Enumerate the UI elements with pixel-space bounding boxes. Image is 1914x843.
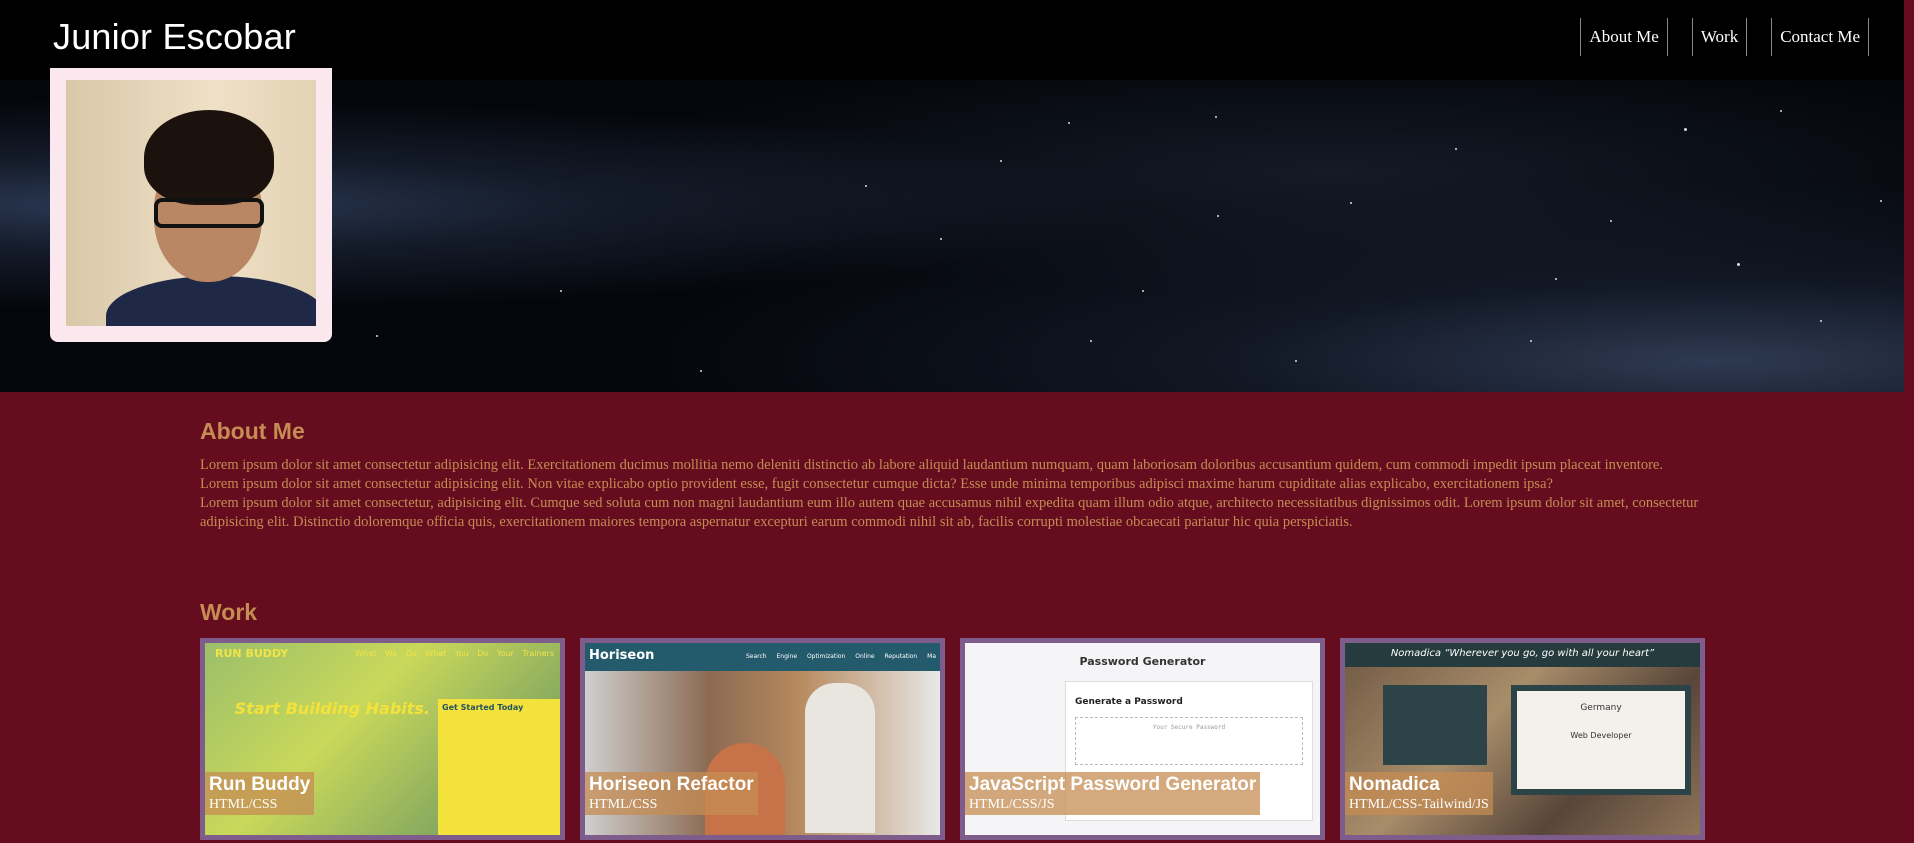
- project-card-horiseon[interactable]: Horiseon Search Engine Optimization Onli…: [580, 638, 945, 840]
- project-name: Nomadica: [1349, 774, 1440, 795]
- project-card-run-buddy[interactable]: RUN BUDDY What We Do What You Do Your Tr…: [200, 638, 565, 840]
- about-me-text: Lorem ipsum dolor sit amet consectetur a…: [200, 456, 1700, 532]
- project-caption: Nomadica HTML/CSS-Tailwind/JS: [1345, 772, 1493, 815]
- project-tech: HTML/CSS: [209, 797, 278, 812]
- profile-photo: [66, 80, 316, 326]
- about-me-heading: About Me: [200, 418, 305, 444]
- site-title: Junior Escobar: [53, 16, 296, 57]
- profile-photo-frame: [50, 68, 332, 342]
- about-paragraph-1: Lorem ipsum dolor sit amet consectetur a…: [200, 457, 1663, 492]
- project-name: Horiseon Refactor: [589, 774, 754, 795]
- work-heading: Work: [200, 599, 258, 625]
- project-name: Run Buddy: [209, 774, 311, 795]
- nav-work-link[interactable]: Work: [1691, 18, 1748, 56]
- project-name: JavaScript Password Generator: [969, 774, 1257, 795]
- project-tech: HTML/CSS: [589, 797, 658, 812]
- project-caption: JavaScript Password Generator HTML/CSS/J…: [965, 772, 1261, 815]
- project-card-password-generator[interactable]: Password Generator Generate a Password Y…: [960, 638, 1325, 840]
- project-card-nomadica[interactable]: Nomadica “Wherever you go, go with all y…: [1340, 638, 1705, 840]
- project-caption: Horiseon Refactor HTML/CSS: [585, 772, 758, 815]
- nav-contact-me-link[interactable]: Contact Me: [1771, 18, 1869, 56]
- project-caption: Run Buddy HTML/CSS: [205, 772, 315, 815]
- main-nav: About Me Work Contact Me: [1580, 18, 1869, 56]
- project-tech: HTML/CSS-Tailwind/JS: [1349, 797, 1489, 812]
- nav-about-me-link[interactable]: About Me: [1580, 18, 1668, 56]
- about-paragraph-2: Lorem ipsum dolor sit amet consectetur, …: [200, 495, 1699, 530]
- project-tech: HTML/CSS/JS: [969, 797, 1055, 812]
